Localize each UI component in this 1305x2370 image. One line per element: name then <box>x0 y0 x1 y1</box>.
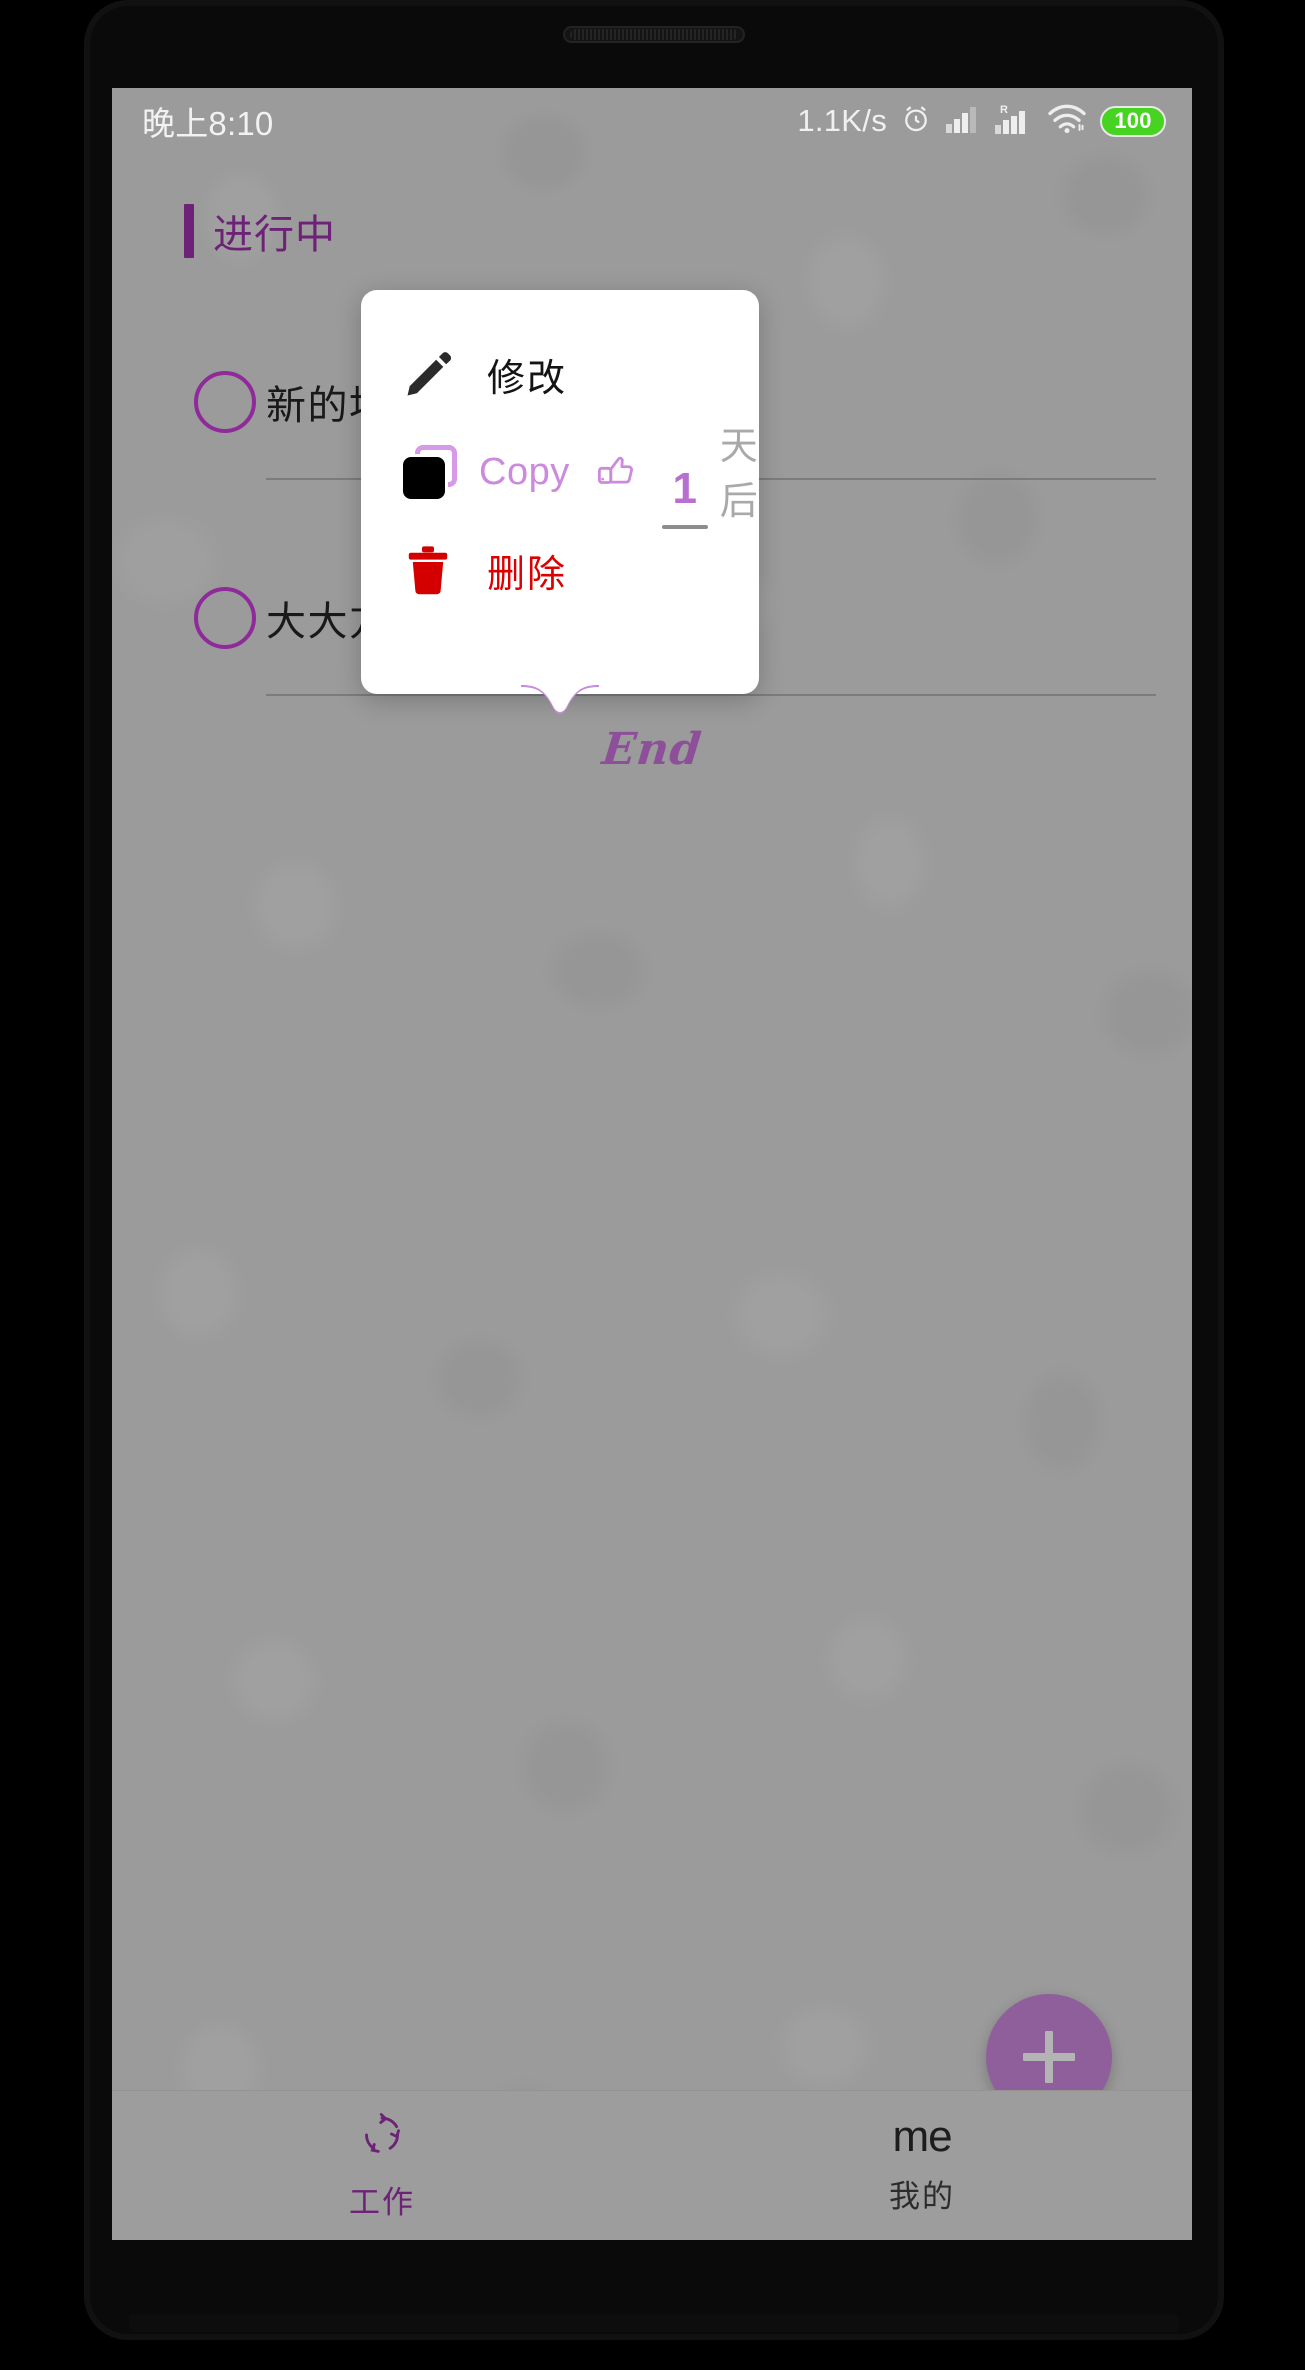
plus-icon <box>1023 2031 1075 2083</box>
nav-tab-mine[interactable]: me 我的 <box>652 2091 1192 2240</box>
copy-icon <box>403 445 457 499</box>
menu-item-copy-label: Copy <box>479 450 570 493</box>
earpiece-speaker <box>563 26 745 43</box>
pencil-icon <box>403 348 465 400</box>
page-title: 进行中 <box>213 213 336 257</box>
nav-tab-mine-label: 我的 <box>889 2179 955 2214</box>
delay-days-field[interactable]: 1 天后 <box>661 415 760 529</box>
task-checkbox-circle-icon[interactable] <box>194 371 256 433</box>
thumbs-up-icon[interactable] <box>596 453 636 491</box>
menu-item-edit-label: 修改 <box>487 357 568 400</box>
nav-tab-work[interactable]: 工作 <box>112 2091 652 2240</box>
context-menu: 修改 Copy 1 天后 删除 <box>361 290 759 694</box>
section-header: 进行中 <box>184 202 336 260</box>
device-bottom-bezel <box>129 2314 1179 2332</box>
bottom-navigation-bar: 工作 me 我的 <box>112 2090 1192 2240</box>
trash-icon <box>403 544 465 596</box>
battery-level-label: 100 <box>1114 108 1152 133</box>
me-icon: me <box>892 2112 952 2161</box>
menu-item-delete[interactable]: 删除 <box>361 518 759 622</box>
battery-indicator: 100 <box>1100 105 1166 137</box>
cycle-refresh-icon <box>357 2110 407 2165</box>
delay-days-unit-label: 天后 <box>719 426 760 523</box>
delay-days-value[interactable]: 1 <box>665 467 703 517</box>
list-end-marker: End <box>599 724 705 775</box>
task-divider <box>266 694 1156 696</box>
section-accent-bar <box>184 204 194 258</box>
signal-bars-icon <box>945 104 981 139</box>
status-time: 晚上8:10 <box>142 105 274 142</box>
svg-text:R: R <box>1000 104 1008 116</box>
roaming-signal-bars-icon: R <box>994 103 1034 140</box>
task-checkbox-circle-icon[interactable] <box>194 587 256 649</box>
menu-item-delete-label: 删除 <box>487 553 568 596</box>
nav-tab-work-label: 工作 <box>349 2184 415 2220</box>
phone-screen: 晚上8:10 1.1K/s R 100 进行中 新的地 End 工作 me 我的… <box>112 88 1192 2240</box>
screenshot-root: 晚上8:10 1.1K/s R 100 进行中 新的地 End 工作 me 我的… <box>0 0 1305 2370</box>
alarm-clock-icon <box>900 103 932 140</box>
wifi-icon <box>1047 104 1087 139</box>
status-icons: 1.1K/s R 100 <box>797 103 1166 140</box>
menu-item-edit[interactable]: 修改 <box>361 322 759 426</box>
network-speed-label: 1.1K/s <box>797 103 887 138</box>
menu-item-copy[interactable]: Copy 1 天后 <box>361 420 759 529</box>
status-bar: 晚上8:10 1.1K/s R 100 <box>112 88 1192 154</box>
speaker-mesh <box>570 29 738 40</box>
